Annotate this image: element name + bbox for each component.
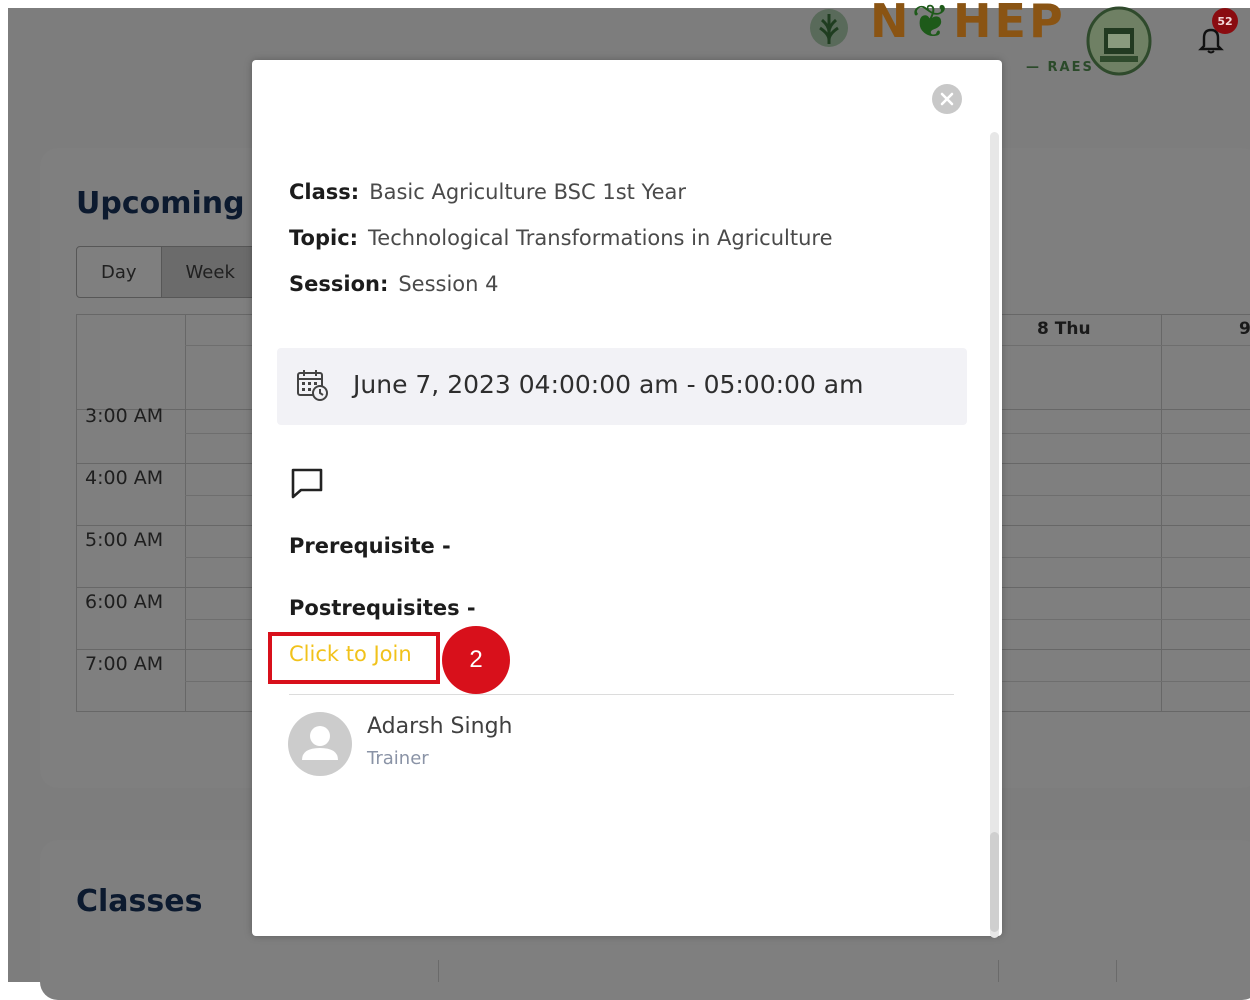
time-slot: 4:00 AM	[85, 467, 164, 489]
topic-info: Topic: Technological Transformations in A…	[289, 226, 833, 250]
table-divider	[998, 960, 999, 982]
click-to-join-link[interactable]: Click to Join	[289, 642, 412, 666]
logo-subtitle: — RAES	[1026, 60, 1094, 75]
session-info: Session: Session 4	[289, 272, 499, 296]
time-slot: 5:00 AM	[85, 529, 164, 551]
schedule-box: June 7, 2023 04:00:00 am - 05:00:00 am	[277, 348, 967, 425]
session-label: Session:	[289, 272, 389, 296]
session-value: Session 4	[398, 272, 499, 296]
trainer-avatar	[288, 712, 352, 776]
prerequisite-label: Prerequisite -	[289, 534, 451, 558]
institute-emblem-icon	[1086, 6, 1152, 76]
step-number-badge: 2	[442, 626, 510, 694]
time-slot: 3:00 AM	[85, 405, 164, 427]
classes-title: Classes	[76, 884, 203, 919]
class-label: Class:	[289, 180, 360, 204]
class-info: Class: Basic Agriculture BSC 1st Year	[289, 180, 686, 204]
time-slot: 7:00 AM	[85, 653, 164, 675]
user-avatar-icon	[302, 726, 338, 760]
notification-count-badge: 52	[1212, 8, 1238, 34]
divider	[289, 694, 954, 695]
class-details-modal: Class: Basic Agriculture BSC 1st Year Top…	[252, 60, 1002, 938]
upcoming-title: Upcoming	[76, 186, 245, 221]
calendar-clock-icon	[297, 370, 328, 401]
comment-icon[interactable]	[290, 466, 324, 500]
postrequisite-label: Postrequisites -	[289, 596, 476, 620]
trainer-role: Trainer	[367, 748, 429, 769]
wheat-emblem-icon	[810, 9, 848, 47]
tab-week[interactable]: Week	[160, 247, 259, 297]
trainer-name: Adarsh Singh	[367, 714, 513, 739]
time-slot: 6:00 AM	[85, 591, 164, 613]
view-tabs: Day Week	[76, 246, 260, 298]
close-icon	[940, 92, 954, 106]
topic-label: Topic:	[289, 226, 359, 250]
class-value: Basic Agriculture BSC 1st Year	[369, 180, 687, 204]
tab-day[interactable]: Day	[77, 247, 161, 297]
day-header-8-thu: 8 Thu	[1037, 319, 1091, 339]
left-edge	[0, 0, 8, 982]
day-header-9: 9	[1239, 319, 1250, 339]
table-divider	[438, 960, 439, 982]
session-datetime: June 7, 2023 04:00:00 am - 05:00:00 am	[353, 370, 864, 399]
table-divider	[1116, 960, 1117, 982]
close-button[interactable]	[932, 84, 962, 114]
logo-wordmark: N❦HEP	[870, 0, 1066, 48]
modal-scrollbar[interactable]	[990, 132, 999, 938]
scrollbar-thumb[interactable]	[990, 832, 999, 932]
topic-value: Technological Transformations in Agricul…	[368, 226, 833, 250]
